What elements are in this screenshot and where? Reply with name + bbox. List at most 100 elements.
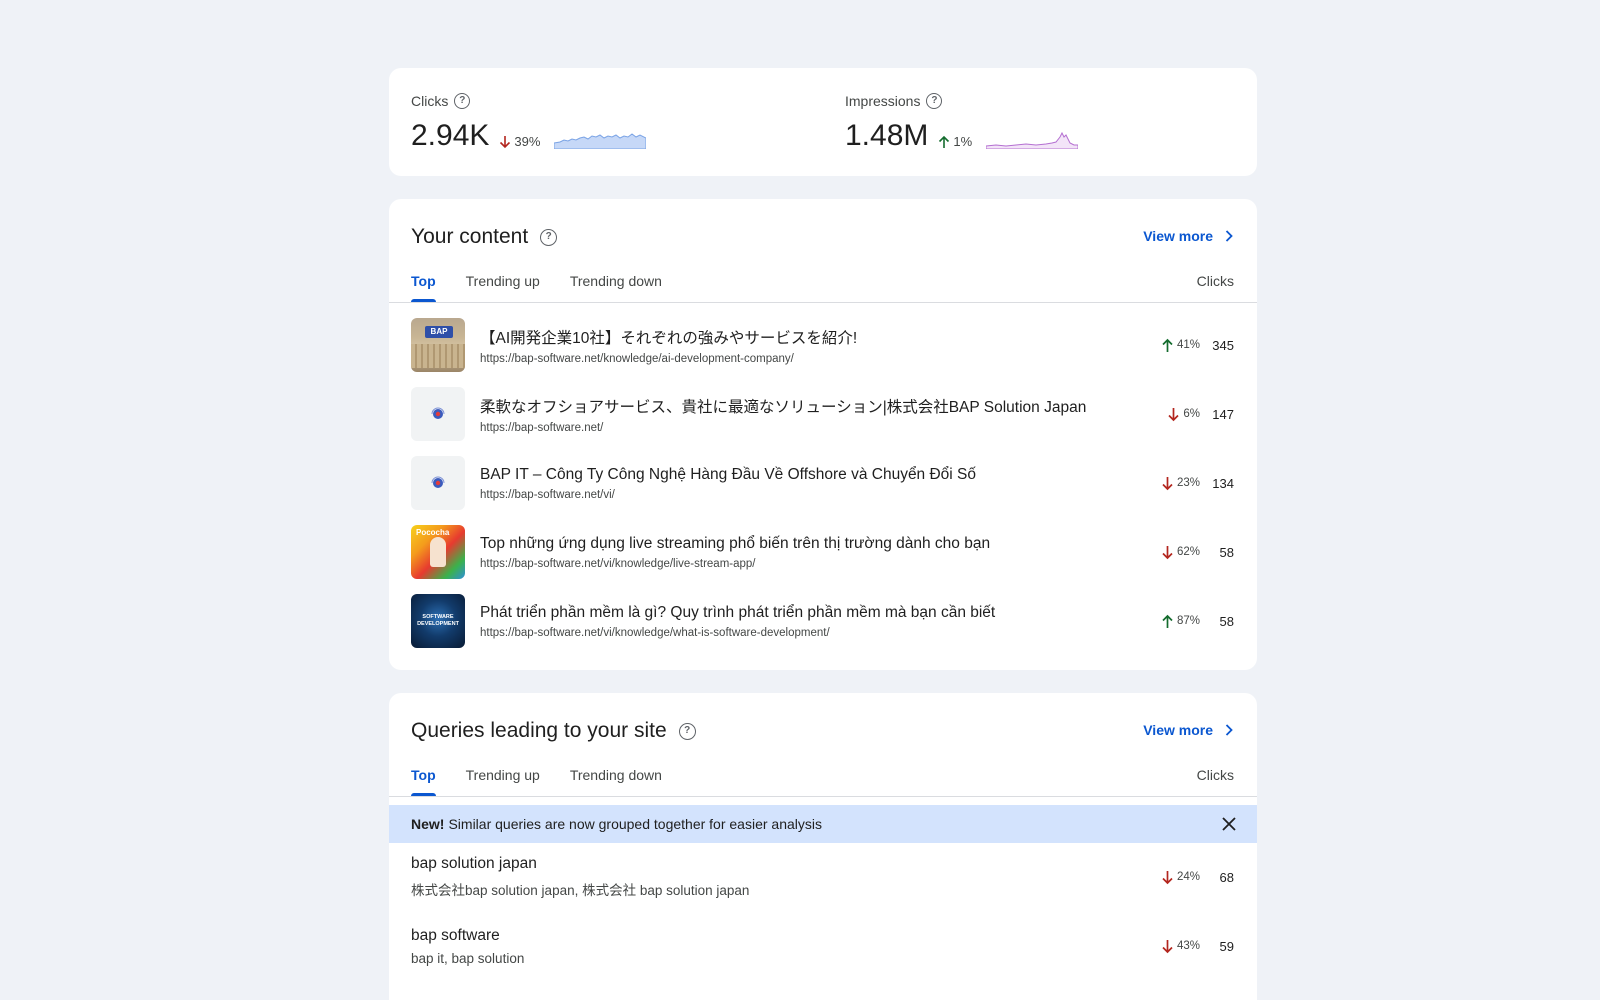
queries-card: Queries leading to your site ? View more… — [389, 693, 1257, 1000]
query-row[interactable]: bap solution japan 株式会社bap solution japa… — [411, 852, 1234, 902]
trend-delta: 24% — [1161, 870, 1200, 885]
content-row[interactable]: BAP IT – Công Ty Công Nghệ Hàng Đầu Về O… — [411, 456, 1234, 510]
content-row[interactable]: SOFTWARE DEVELOPMENT Phát triển phần mềm … — [411, 594, 1234, 648]
clicks-count: 58 — [1219, 544, 1234, 560]
your-content-card: Your content ? View more Top Trending up… — [389, 199, 1257, 670]
banner-text: Similar queries are now grouped together… — [448, 816, 822, 832]
trend-delta: 6% — [1167, 407, 1200, 422]
help-icon[interactable]: ? — [540, 228, 558, 246]
help-icon[interactable]: ? — [454, 93, 471, 109]
clicks-count: 58 — [1219, 613, 1234, 629]
content-title: 柔軟なオフショアサービス、貴社に最適なソリューション|株式会社BAP Solut… — [480, 398, 1087, 416]
query-title: bap solution japan — [411, 855, 537, 872]
view-more-label: View more — [1143, 228, 1213, 244]
view-more-label: View more — [1143, 722, 1213, 738]
query-title: bap software — [411, 926, 500, 944]
divider — [389, 302, 1257, 303]
help-icon[interactable]: ? — [678, 722, 696, 740]
content-title: Top những ứng dụng live streaming phổ bi… — [480, 534, 991, 552]
content-tabs: Top Trending up Trending down — [411, 265, 662, 302]
arrow-down-icon — [1162, 939, 1173, 953]
clicks-count: 345 — [1212, 337, 1234, 353]
trend-delta-value: 6% — [1183, 408, 1200, 420]
trend-delta: 87% — [1161, 614, 1200, 629]
impressions-sparkline — [986, 131, 1079, 149]
trend-delta: 62% — [1161, 545, 1200, 560]
content-url: https://bap-software.net/vi/knowledge/wh… — [480, 626, 830, 639]
tab-trending-down[interactable]: Trending down — [570, 759, 662, 796]
impressions-value: 1.48M — [845, 119, 929, 152]
clicks-metric[interactable]: Clicks ? 2.94K 39% — [411, 92, 647, 152]
query-variants: bap it, bap solution — [411, 950, 525, 966]
trend-delta: 23% — [1161, 476, 1200, 491]
impressions-label: Impressions — [845, 93, 921, 109]
section-title: Queries leading to your site — [411, 719, 667, 742]
chevron-right-icon — [1225, 724, 1233, 736]
section-title: Your content — [411, 225, 529, 248]
view-more-link[interactable]: View more — [1143, 722, 1233, 738]
trend-delta-value: 62% — [1176, 546, 1200, 558]
tab-trending-up[interactable]: Trending up — [466, 265, 540, 302]
arrow-down-icon — [500, 135, 511, 148]
arrow-down-icon — [1168, 407, 1179, 421]
thumbnail — [411, 456, 465, 510]
column-header-clicks: Clicks — [1196, 273, 1234, 289]
trend-delta-value: 23% — [1176, 477, 1200, 489]
clicks-delta: 39% — [499, 134, 540, 149]
tab-top[interactable]: Top — [411, 759, 436, 796]
content-title: Phát triển phần mềm là gì? Quy trình phá… — [480, 603, 996, 621]
query-variants: 株式会社bap solution japan, 株式会社 bap solutio… — [411, 883, 750, 898]
site-favicon-icon — [431, 407, 445, 419]
trend-delta-value: 24% — [1176, 871, 1200, 883]
clicks-label: Clicks — [411, 93, 449, 109]
impressions-metric[interactable]: Impressions ? 1.48M 1% — [845, 92, 1079, 152]
content-url: https://bap-software.net/ — [480, 421, 604, 434]
impressions-delta-value: 1% — [953, 134, 973, 149]
trend-delta: 41% — [1161, 338, 1200, 353]
performance-summary-card: Clicks ? 2.94K 39% Impressions ? 1.48M 1… — [389, 68, 1257, 176]
tab-trending-up[interactable]: Trending up — [466, 759, 540, 796]
trend-delta-value: 87% — [1176, 615, 1200, 627]
info-banner: New! Similar queries are now grouped tog… — [389, 805, 1257, 843]
arrow-down-icon — [1162, 870, 1173, 884]
clicks-delta-value: 39% — [514, 134, 541, 149]
clicks-count: 59 — [1219, 938, 1234, 954]
tab-top[interactable]: Top — [411, 265, 436, 302]
trend-delta-value: 41% — [1176, 339, 1200, 351]
arrow-down-icon — [1162, 476, 1173, 490]
site-favicon-icon — [431, 476, 445, 488]
query-row[interactable]: bap software bap it, bap solution 43% 59 — [411, 921, 1234, 971]
content-title: BAP IT – Công Ty Công Nghệ Hàng Đầu Về O… — [480, 465, 977, 483]
queries-tabs: Top Trending up Trending down — [411, 759, 662, 796]
arrow-up-icon — [1162, 614, 1173, 628]
column-header-clicks: Clicks — [1196, 767, 1234, 783]
clicks-sparkline — [554, 133, 647, 149]
trend-delta: 43% — [1161, 939, 1200, 954]
view-more-link[interactable]: View more — [1143, 228, 1233, 244]
content-row[interactable]: Pococha Top những ứng dụng live streamin… — [411, 525, 1234, 579]
content-url: https://bap-software.net/vi/ — [480, 488, 615, 501]
thumbnail: Pococha — [411, 525, 465, 579]
clicks-count: 134 — [1212, 475, 1234, 491]
chevron-right-icon — [1225, 230, 1233, 242]
content-url: https://bap-software.net/vi/knowledge/li… — [480, 557, 756, 570]
clicks-count: 147 — [1212, 406, 1234, 422]
trend-delta-value: 43% — [1176, 940, 1200, 952]
thumbnail: SOFTWARE DEVELOPMENT — [411, 594, 465, 648]
impressions-delta: 1% — [938, 134, 972, 149]
clicks-count: 68 — [1219, 869, 1234, 885]
banner-new-label: New! — [411, 816, 445, 832]
content-url: https://bap-software.net/knowledge/ai-de… — [480, 352, 794, 365]
help-icon[interactable]: ? — [926, 93, 943, 109]
clicks-value: 2.94K — [411, 119, 490, 152]
tab-trending-down[interactable]: Trending down — [570, 265, 662, 302]
content-row[interactable]: 柔軟なオフショアサービス、貴社に最適なソリューション|株式会社BAP Solut… — [411, 387, 1234, 441]
arrow-up-icon — [939, 135, 950, 148]
divider — [389, 796, 1257, 797]
content-row[interactable]: BAP 【AI開発企業10社】それぞれの強みやサービスを紹介! https://… — [411, 318, 1234, 372]
arrow-up-icon — [1162, 338, 1173, 352]
arrow-down-icon — [1162, 545, 1173, 559]
thumbnail — [411, 387, 465, 441]
close-icon[interactable] — [1219, 814, 1239, 834]
thumbnail: BAP — [411, 318, 465, 372]
